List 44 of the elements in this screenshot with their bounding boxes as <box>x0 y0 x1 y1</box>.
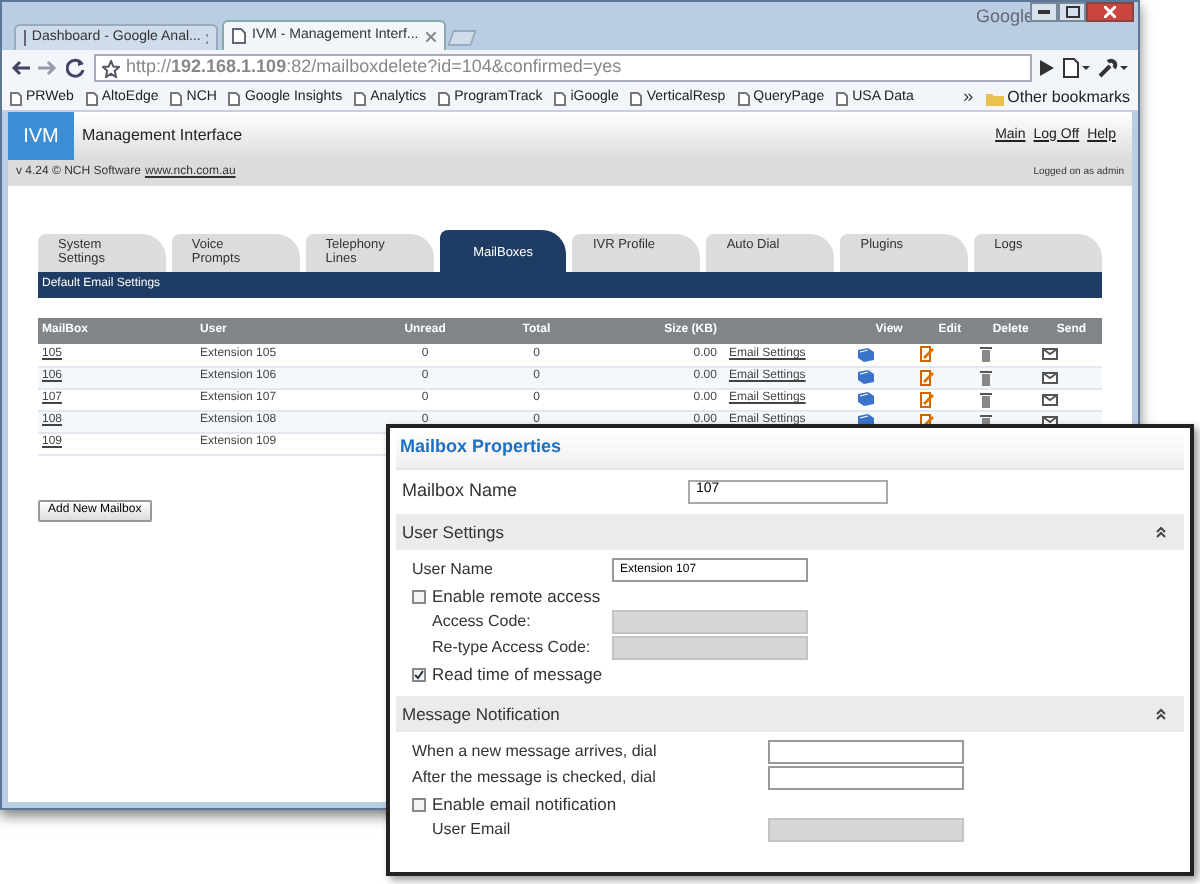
app-logo: IVM <box>8 112 74 160</box>
field-label: After the message is checked, dial <box>412 766 658 790</box>
page-menu-icon[interactable] <box>1062 58 1090 78</box>
envelope-icon[interactable] <box>1041 393 1058 405</box>
trash-icon[interactable] <box>980 369 993 385</box>
checkbox[interactable] <box>412 797 426 811</box>
play-icon[interactable] <box>1040 60 1054 76</box>
collapse-icon[interactable] <box>1156 526 1166 538</box>
close-button[interactable] <box>1086 2 1134 22</box>
maximize-icon <box>1065 6 1079 18</box>
checkbox-label: Enable email notification <box>432 791 617 817</box>
checkbox-label: Read time of message <box>432 661 603 687</box>
panel-title: Mailbox Properties <box>396 428 1184 468</box>
checkbox[interactable] <box>412 667 426 681</box>
other-bookmarks-button[interactable]: Other bookmarks <box>985 86 1130 110</box>
minimize-icon <box>1038 10 1050 14</box>
folder-icon <box>985 91 1004 105</box>
checkbox[interactable] <box>412 589 426 603</box>
trash-icon[interactable] <box>980 346 993 363</box>
collapse-icon[interactable] <box>1156 708 1166 720</box>
field-label: User Email <box>430 818 513 842</box>
maximize-button[interactable] <box>1058 2 1086 22</box>
star-icon[interactable] <box>102 59 120 77</box>
envelope-icon[interactable] <box>1041 348 1058 361</box>
reload-icon[interactable] <box>66 58 86 78</box>
field-label: Access Code: <box>430 610 533 634</box>
forward-icon[interactable] <box>38 60 58 76</box>
field-label: Mailbox Name <box>402 477 520 504</box>
back-icon[interactable] <box>10 60 30 76</box>
section-title: Message Notification <box>402 701 560 727</box>
field-label: User Name <box>412 558 495 582</box>
address-bar[interactable]: http://192.168.1.109:82/mailboxdelete?id=104&confirmed=yes <box>94 54 1032 82</box>
more-bookmarks-button[interactable]: » <box>963 84 974 112</box>
minimize-button[interactable] <box>1030 2 1058 22</box>
input-field[interactable] <box>768 740 964 764</box>
checkbox-label: Enable remote access <box>432 583 601 609</box>
wrench-icon[interactable] <box>1098 58 1130 78</box>
trash-icon[interactable] <box>980 391 993 407</box>
input-field[interactable] <box>768 766 964 790</box>
field-label: When a new message arrives, dial <box>412 740 659 764</box>
field-label: Re-type Access Code: <box>430 636 593 660</box>
section-title: User Settings <box>402 519 505 545</box>
app-title: Management Interface <box>82 124 243 148</box>
envelope-icon[interactable] <box>1041 371 1058 383</box>
